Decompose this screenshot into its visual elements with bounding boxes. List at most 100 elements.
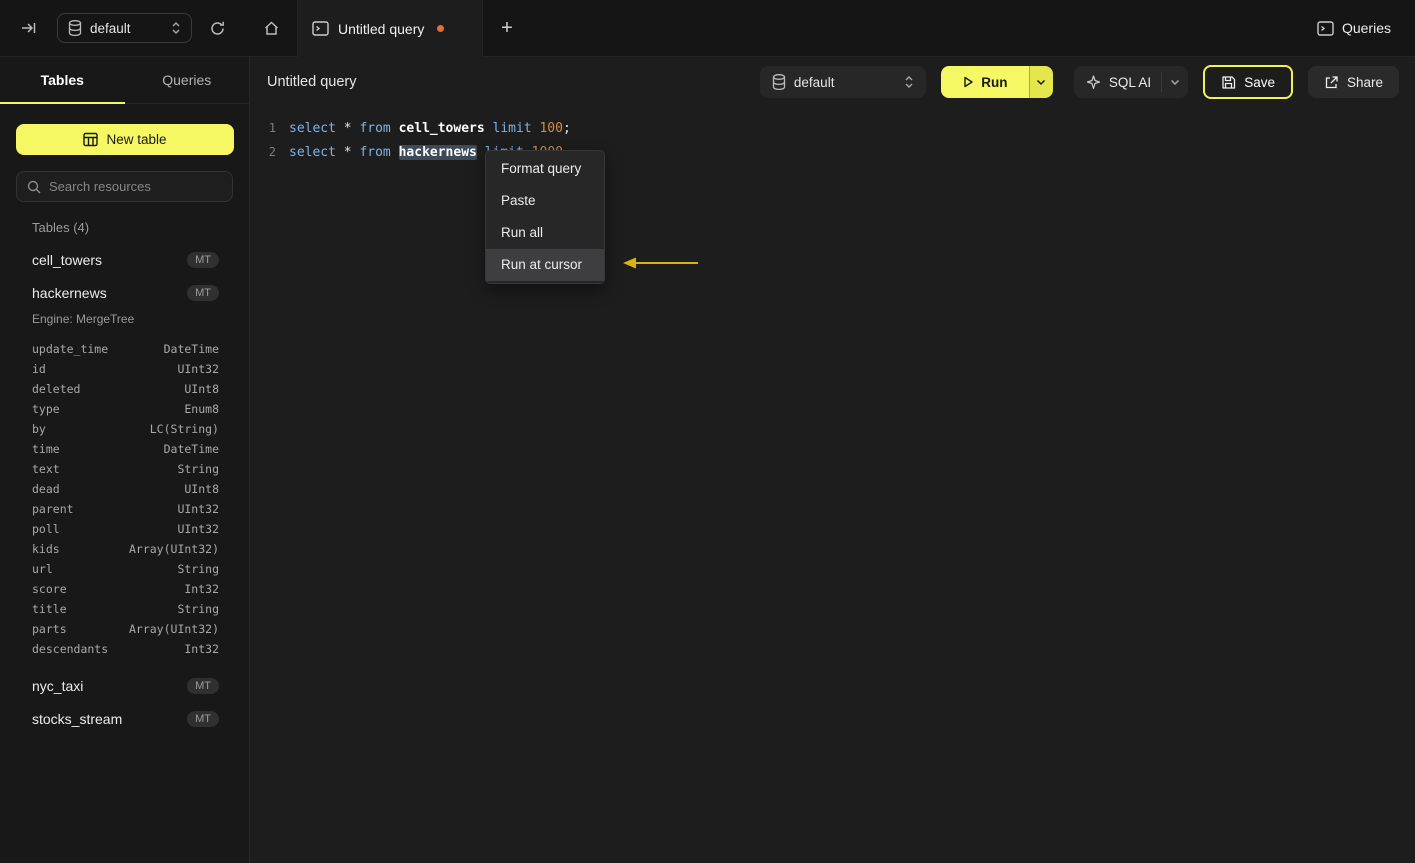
column-row: dead UInt8 xyxy=(32,479,219,499)
collapse-sidebar-button[interactable] xyxy=(14,13,44,43)
sql-ai-split-button: SQL AI xyxy=(1073,66,1189,98)
engine-badge: MT xyxy=(187,251,219,268)
column-type: LC(String) xyxy=(149,422,219,436)
sidebar-tab-tables[interactable]: Tables xyxy=(0,57,125,104)
chevron-down-icon xyxy=(1169,76,1181,88)
menu-item-format-query[interactable]: Format query xyxy=(486,153,604,185)
column-name: by xyxy=(32,422,46,436)
column-type: UInt32 xyxy=(177,502,219,516)
save-button[interactable]: Save xyxy=(1203,65,1293,99)
updown-chevrons-icon xyxy=(171,21,181,35)
engine-badge: MT xyxy=(187,710,219,727)
sql-editor[interactable]: 1 select * from cell_towers limit 100 ; … xyxy=(250,107,1415,164)
sql-token: select xyxy=(289,144,344,160)
column-name: id xyxy=(32,362,46,376)
collapse-sidebar-icon xyxy=(20,19,38,37)
tab-untitled-query[interactable]: Untitled query xyxy=(297,0,483,57)
engine-label: Engine: MergeTree xyxy=(32,312,135,326)
table-row-hackernews[interactable]: hackernews MT xyxy=(0,276,249,309)
sql-token: ; xyxy=(562,120,571,136)
table-row-nyc-taxi[interactable]: nyc_taxi MT xyxy=(0,669,249,702)
column-row: by LC(String) xyxy=(32,419,219,439)
home-button[interactable] xyxy=(256,13,286,43)
column-type: String xyxy=(177,462,219,476)
run-split-button: Run xyxy=(940,66,1053,98)
table-name: hackernews xyxy=(32,284,107,301)
column-type: Int32 xyxy=(184,582,219,596)
column-type: UInt8 xyxy=(184,482,219,496)
column-row: score Int32 xyxy=(32,579,219,599)
sql-ai-button[interactable]: SQL AI xyxy=(1074,66,1161,98)
column-name: score xyxy=(32,582,67,596)
column-name: poll xyxy=(32,522,60,536)
editor-context-menu: Format query Paste Run all Run at cursor xyxy=(485,150,605,284)
code-line-2: 2 select * from hackernews limit 1000 xyxy=(250,140,1415,164)
table-row-cell-towers[interactable]: cell_towers MT xyxy=(0,243,249,276)
run-button[interactable]: Run xyxy=(940,66,1029,98)
sql-token: from xyxy=(359,120,399,136)
column-name: title xyxy=(32,602,67,616)
column-name: time xyxy=(32,442,60,456)
share-icon xyxy=(1324,75,1339,90)
column-type: UInt32 xyxy=(177,522,219,536)
table-name: stocks_stream xyxy=(32,710,123,727)
column-type: DateTime xyxy=(163,342,219,356)
database-icon xyxy=(68,20,82,36)
new-table-button[interactable]: New table xyxy=(16,124,234,155)
run-options-button[interactable] xyxy=(1028,66,1053,98)
column-row: title String xyxy=(32,599,219,619)
sql-token: from xyxy=(359,144,399,160)
sidebar: Tables Queries New table Tables (4) cell… xyxy=(0,57,250,863)
new-tab-button[interactable]: + xyxy=(492,13,522,43)
column-type: String xyxy=(177,562,219,576)
sql-token: limit xyxy=(492,120,540,136)
tab-label: Untitled query xyxy=(338,20,425,37)
column-name: url xyxy=(32,562,53,576)
search-input[interactable] xyxy=(49,179,225,194)
column-list: update_time DateTime id UInt32 deleted UInt… xyxy=(0,331,249,669)
unsaved-indicator-dot xyxy=(437,25,445,32)
app-window: default Untitled query + Queries Tables … xyxy=(0,0,1415,863)
table-row-stocks-stream[interactable]: stocks_stream MT xyxy=(0,702,249,735)
topbar-database-value: default xyxy=(90,20,131,36)
query-title: Untitled query xyxy=(267,74,357,90)
sql-token: * xyxy=(343,120,360,136)
column-name: update_time xyxy=(32,342,109,356)
sql-ai-options-button[interactable] xyxy=(1162,66,1188,98)
topbar: default Untitled query + Queries xyxy=(0,0,1415,57)
code-line-1: 1 select * from cell_towers limit 100 ; xyxy=(250,116,1415,140)
column-name: type xyxy=(32,402,60,416)
engine-badge: MT xyxy=(187,284,219,301)
column-row: parent UInt32 xyxy=(32,499,219,519)
sidebar-tab-queries[interactable]: Queries xyxy=(125,57,250,103)
table-grid-icon xyxy=(83,132,99,147)
column-type: Array(UInt32) xyxy=(128,622,219,636)
menu-item-paste[interactable]: Paste xyxy=(486,185,604,217)
table-list: cell_towers MT hackernews MT Engine: Mer… xyxy=(0,243,249,735)
menu-item-run-at-cursor[interactable]: Run at cursor xyxy=(486,249,604,281)
save-icon xyxy=(1221,75,1236,90)
query-tab-icon xyxy=(312,21,329,36)
query-database-value: default xyxy=(793,74,835,90)
query-header-controls: default Run SQL AI Save Share xyxy=(759,65,1399,99)
column-type: String xyxy=(177,602,219,616)
search-icon xyxy=(27,180,41,194)
column-row: kids Array(UInt32) xyxy=(32,539,219,559)
database-icon xyxy=(772,74,786,90)
refresh-icon xyxy=(209,20,226,37)
column-row: type Enum8 xyxy=(32,399,219,419)
column-type: UInt8 xyxy=(184,382,219,396)
column-name: dead xyxy=(32,482,60,496)
column-row: deleted UInt8 xyxy=(32,379,219,399)
line-number: 2 xyxy=(268,145,276,159)
refresh-button[interactable] xyxy=(202,13,232,43)
topbar-database-selector[interactable]: default xyxy=(57,13,192,43)
queries-button[interactable]: Queries xyxy=(1317,13,1391,43)
query-database-selector[interactable]: default xyxy=(759,66,926,98)
share-button[interactable]: Share xyxy=(1307,66,1399,98)
column-name: parent xyxy=(32,502,74,516)
column-row: poll UInt32 xyxy=(32,519,219,539)
menu-item-run-all[interactable]: Run all xyxy=(486,217,604,249)
column-row: text String xyxy=(32,459,219,479)
chevron-down-icon xyxy=(1035,76,1047,88)
